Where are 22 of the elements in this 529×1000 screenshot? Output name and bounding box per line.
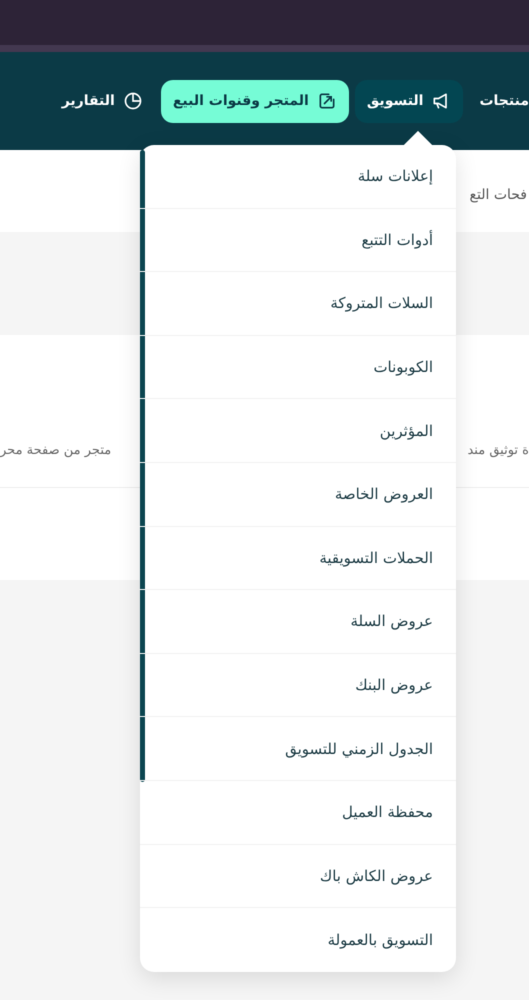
menu-item[interactable]: أدوات التتبع <box>140 208 456 272</box>
square-arrow-icon <box>316 91 337 111</box>
nav-item[interactable]: منتجات <box>469 80 529 122</box>
menu-item[interactable]: إعلانات سلة <box>140 145 456 209</box>
menu-item[interactable]: الحملات التسويقية <box>140 526 456 590</box>
menu-item[interactable]: المؤثرين <box>140 399 456 463</box>
menu-item[interactable]: عروض الكاش باك <box>140 844 456 908</box>
nav-item[interactable]: المتجر وقنوات البيع <box>160 80 349 122</box>
scrollbar[interactable] <box>140 150 145 782</box>
menu-item[interactable]: التسويق بالعمولة <box>140 908 456 972</box>
nav-item[interactable]: التسويق <box>354 80 464 122</box>
menu-item[interactable]: عروض البنك <box>140 654 456 718</box>
menu-item[interactable]: الجدول الزمني للتسويق <box>140 717 456 781</box>
menu-item[interactable]: السلات المتروكة <box>140 272 456 336</box>
menu-item[interactable]: العروض الخاصة <box>140 462 456 527</box>
pie-chart-icon <box>122 91 143 111</box>
tab-label[interactable]: فحات التع <box>470 179 527 203</box>
menu-item[interactable]: محفظة العميل <box>140 780 456 845</box>
nav-item[interactable]: التقارير <box>50 80 155 122</box>
description-text: ة توثيق مند <box>467 443 529 460</box>
menu-item[interactable]: الكوبونات <box>140 336 456 400</box>
menu-item[interactable]: عروض السلة <box>140 590 456 654</box>
